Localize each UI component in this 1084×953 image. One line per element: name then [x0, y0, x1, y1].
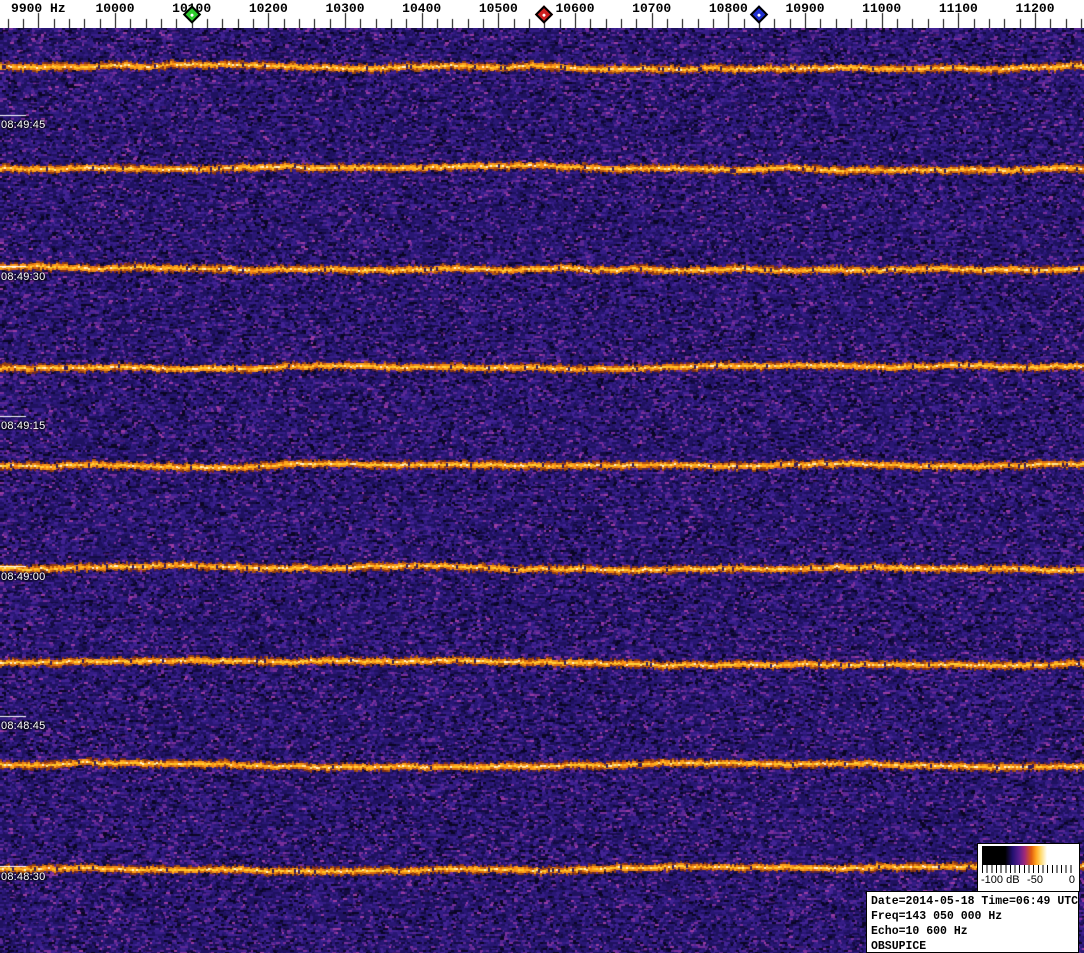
spectrogram-app: 9900 Hz 10000 10100 10200 10300 10400 10…	[0, 0, 1084, 953]
freq-tick-label: 10400	[402, 1, 442, 16]
freq-tick-label: 10600	[555, 1, 595, 16]
freq-tick-label: 10000	[95, 1, 135, 16]
colorbar-max-label: 0	[1068, 874, 1075, 886]
time-label: 08:49:30	[1, 271, 46, 283]
info-date-time: Date=2014-05-18 Time=06:49 UTC	[871, 895, 1079, 908]
marker-center-dot	[756, 12, 762, 17]
time-label: 08:49:00	[1, 571, 46, 583]
freq-tick-label: 11100	[938, 1, 978, 16]
colorbar-mid-label: -50	[1027, 874, 1043, 886]
freq-tick-label: 10300	[325, 1, 365, 16]
time-label: 08:48:30	[1, 871, 46, 883]
info-station: OBSUPICE	[871, 940, 927, 953]
freq-tick-label: 11000	[862, 1, 902, 16]
freq-tick-label: 9900 Hz	[11, 1, 66, 16]
info-echo: Echo=10 600 Hz	[871, 925, 968, 938]
freq-tick-label: 10700	[632, 1, 672, 16]
info-box: Date=2014-05-18 Time=06:49 UTC Freq=143 …	[866, 891, 1079, 953]
time-label: 08:49:45	[1, 119, 46, 131]
spectrogram-canvas	[0, 28, 1084, 953]
freq-tick-label: 10800	[708, 1, 748, 16]
colorbar: -100 dB -50 0	[977, 843, 1080, 892]
frequency-ruler: 9900 Hz 10000 10100 10200 10300 10400 10…	[0, 0, 1084, 28]
marker-center-dot	[189, 12, 194, 17]
colorbar-min-label: -100 dB	[981, 874, 1020, 886]
freq-tick-label: 10200	[248, 1, 288, 16]
info-frequency: Freq=143 050 000 Hz	[871, 910, 1003, 923]
time-label: 08:49:15	[1, 420, 46, 432]
colorbar-gradient	[982, 846, 1075, 865]
time-label: 08:48:45	[1, 720, 46, 732]
marker-center-dot	[542, 12, 547, 17]
freq-tick-label: 10500	[478, 1, 518, 16]
freq-tick-label: 11200	[1015, 1, 1055, 16]
freq-tick-label: 10900	[785, 1, 825, 16]
colorbar-ticks	[982, 865, 1075, 873]
